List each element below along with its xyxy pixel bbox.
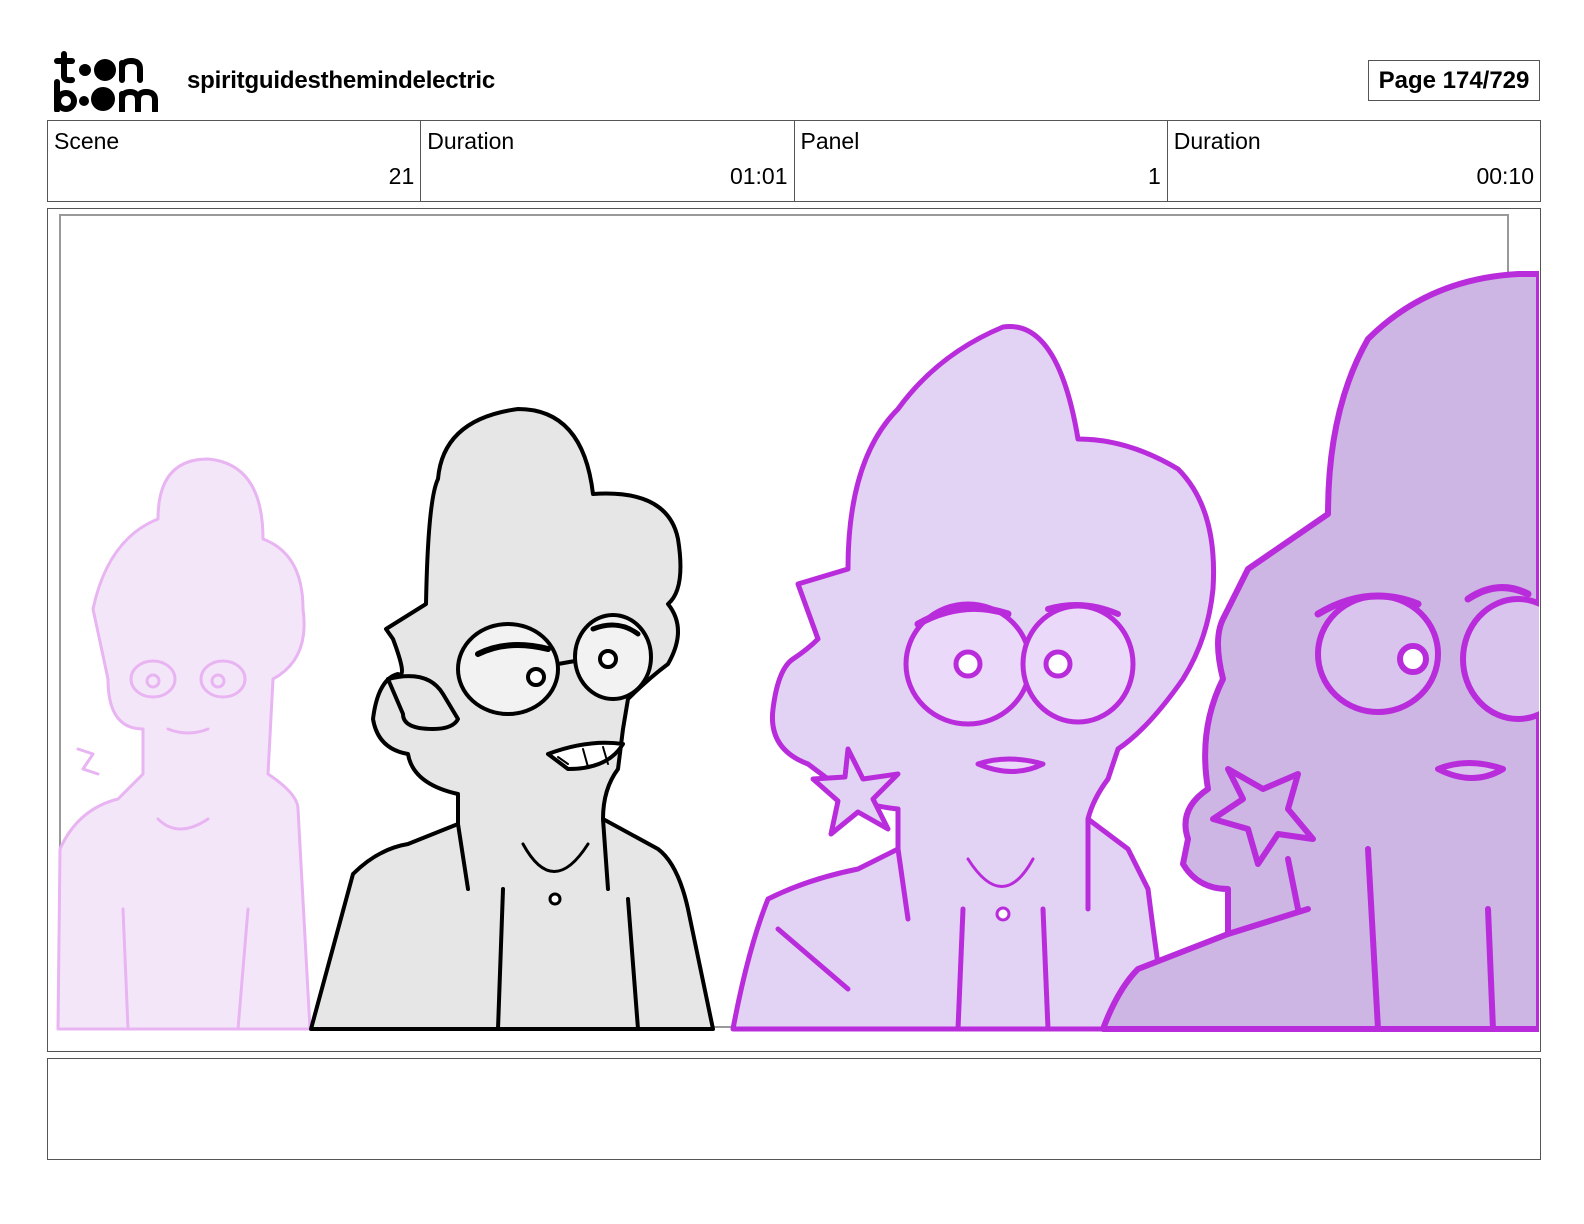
scene-label: Scene	[54, 128, 120, 154]
scene-duration-value: 01:01	[729, 163, 788, 189]
logo-letter-m	[119, 88, 158, 112]
character-gray-center	[309, 407, 715, 1031]
logo-letter-t	[61, 51, 75, 84]
panel-duration-label: Duration	[1173, 128, 1261, 154]
panel-value: 1	[1147, 163, 1161, 189]
scene-cell: Scene 21	[48, 121, 422, 201]
character-magenta-right	[730, 324, 1217, 1032]
scene-duration-label: Duration	[427, 128, 515, 154]
panel-label: Panel	[800, 128, 860, 154]
storyboard-panel	[47, 208, 1541, 1052]
panel-duration-cell: Duration 00:10	[1168, 121, 1540, 201]
logo-letter-n	[119, 57, 143, 83]
character-faint-left	[56, 457, 312, 1031]
panel-duration-value: 00:10	[1476, 163, 1534, 189]
project-title: spiritguidesthemindelectric	[187, 67, 496, 94]
logo-dot-small-2	[79, 96, 89, 106]
panel-cell: Panel 1	[795, 121, 1168, 201]
panel-notes-box	[47, 1058, 1541, 1160]
scene-duration-cell: Duration 01:01	[421, 121, 795, 201]
logo-dot-small	[79, 64, 91, 76]
page-indicator: Page 174/729	[1368, 60, 1540, 101]
panel-drawing	[56, 214, 1539, 1032]
scene-value: 21	[388, 163, 415, 189]
logo-dot-large-2	[91, 87, 115, 111]
toon-boom-logo	[54, 51, 158, 112]
logo-dot-large	[94, 59, 116, 81]
panel-info-row: Scene 21 Duration 01:01 Panel 1 Duration…	[47, 120, 1541, 202]
